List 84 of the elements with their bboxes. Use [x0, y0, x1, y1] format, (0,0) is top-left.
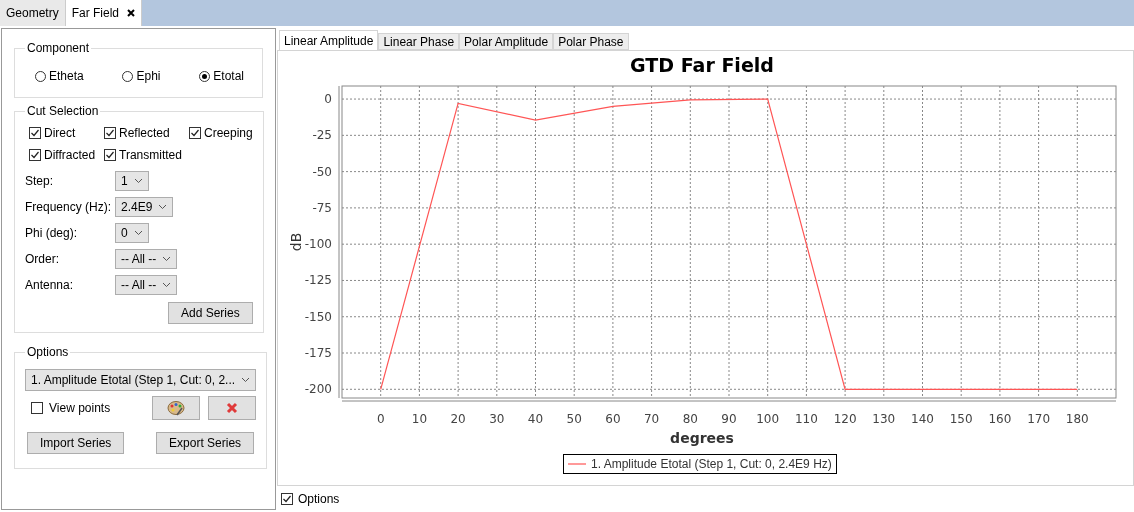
- checkbox[interactable]: [104, 127, 116, 139]
- y-tick-label: -125: [304, 273, 332, 288]
- y-axis-title: dB: [288, 232, 304, 252]
- checkbox[interactable]: [29, 149, 41, 161]
- chevron-icon: [241, 377, 251, 383]
- color-button[interactable]: [152, 396, 201, 420]
- delete-icon: [226, 402, 239, 414]
- checkbox-label: Creeping: [204, 126, 253, 140]
- chart-title: GTD Far Field: [630, 54, 774, 76]
- chevron-icon: [158, 204, 168, 210]
- x-tick-label: 0: [376, 412, 385, 426]
- checkbox[interactable]: [31, 402, 43, 414]
- tab[interactable]: Linear Phase: [378, 33, 460, 50]
- y-tick-label: -25: [312, 128, 332, 143]
- chevron-icon: [162, 282, 172, 288]
- legend-line-icon: [568, 462, 586, 466]
- checkbox[interactable]: [189, 127, 201, 139]
- y-tick-label: -50: [312, 164, 332, 179]
- dropdown[interactable]: 2.4E9: [115, 197, 174, 217]
- field-label: Step:: [25, 174, 55, 188]
- tab[interactable]: Polar Phase: [553, 33, 629, 50]
- x-tick-label: 100: [756, 412, 780, 426]
- chart-legend: 1. Amplitude Etotal (Step 1, Cut: 0, 2.4E9 Hz): [563, 454, 837, 474]
- x-tick-label: 50: [566, 412, 582, 426]
- x-tick-label: 40: [527, 412, 544, 426]
- dropdown[interactable]: 1: [115, 171, 149, 191]
- close-icon[interactable]: [127, 9, 136, 17]
- field-label: Order:: [25, 252, 60, 266]
- checkbox-label: View points: [49, 401, 111, 415]
- radio-label: Etotal: [213, 69, 244, 83]
- group-title: Component: [26, 41, 91, 55]
- radio-label: Etheta: [49, 69, 84, 83]
- checkbox[interactable]: [104, 149, 116, 161]
- radio-label: Ephi: [136, 69, 161, 83]
- field-label: Antenna:: [25, 278, 75, 292]
- x-tick-label: 20: [450, 412, 466, 426]
- x-tick-label: 80: [682, 412, 698, 426]
- group-title: Options: [26, 345, 70, 359]
- group-title: Cut Selection: [26, 104, 100, 118]
- x-tick-label: 160: [988, 412, 1012, 426]
- series-dropdown[interactable]: 1. Amplitude Etotal (Step 1, Cut: 0, 2...: [25, 369, 257, 391]
- dropdown[interactable]: -- All --: [115, 275, 178, 295]
- tab[interactable]: Linear Amplitude: [279, 30, 379, 50]
- y-tick-label: -200: [304, 382, 332, 397]
- checkbox-label: Diffracted: [44, 148, 96, 162]
- import-series-button[interactable]: Import Series: [27, 432, 125, 454]
- dropdown[interactable]: 0: [115, 223, 149, 243]
- palette-icon: [167, 400, 186, 416]
- checkbox[interactable]: [281, 493, 293, 505]
- chevron-icon: [162, 256, 172, 262]
- tab[interactable]: Geometry: [0, 0, 66, 26]
- x-tick-label: 170: [1027, 412, 1051, 426]
- x-tick-label: 70: [643, 412, 660, 426]
- checkbox-label: Reflected: [119, 126, 170, 140]
- chevron-icon: [133, 178, 143, 184]
- y-tick-label: 0: [324, 92, 332, 107]
- chevron-icon: [133, 230, 143, 236]
- field-label: Frequency (Hz):: [25, 200, 113, 214]
- x-tick-label: 150: [949, 412, 973, 426]
- x-tick-label: 180: [1065, 412, 1089, 426]
- y-tick-label: -175: [304, 346, 332, 360]
- x-tick-label: 110: [794, 412, 818, 426]
- x-tick-label: 140: [911, 412, 934, 426]
- checkbox-label: Options: [298, 492, 340, 506]
- field-label: Phi (deg):: [25, 226, 79, 240]
- delete-button[interactable]: [208, 396, 257, 420]
- x-tick-label: 30: [489, 412, 505, 426]
- y-tick-label: -75: [312, 200, 332, 215]
- x-tick-label: 120: [833, 412, 857, 426]
- export-series-button[interactable]: Export Series: [156, 432, 255, 454]
- x-tick-label: 130: [872, 412, 896, 426]
- y-tick-label: -150: [304, 309, 332, 324]
- x-axis-title: degrees: [670, 430, 734, 446]
- checkbox-label: Direct: [44, 126, 76, 140]
- y-tick-label: -100: [304, 237, 332, 252]
- checkbox[interactable]: [29, 127, 41, 139]
- x-tick-label: 90: [721, 412, 737, 426]
- x-tick-label: 60: [605, 412, 621, 426]
- add-series-button[interactable]: Add Series: [168, 302, 253, 324]
- checkbox-label: Transmitted: [119, 148, 182, 162]
- tab[interactable]: Far Field: [65, 0, 143, 26]
- x-tick-label: 10: [411, 412, 428, 426]
- dropdown[interactable]: -- All --: [115, 249, 178, 269]
- tab[interactable]: Polar Amplitude: [459, 33, 554, 50]
